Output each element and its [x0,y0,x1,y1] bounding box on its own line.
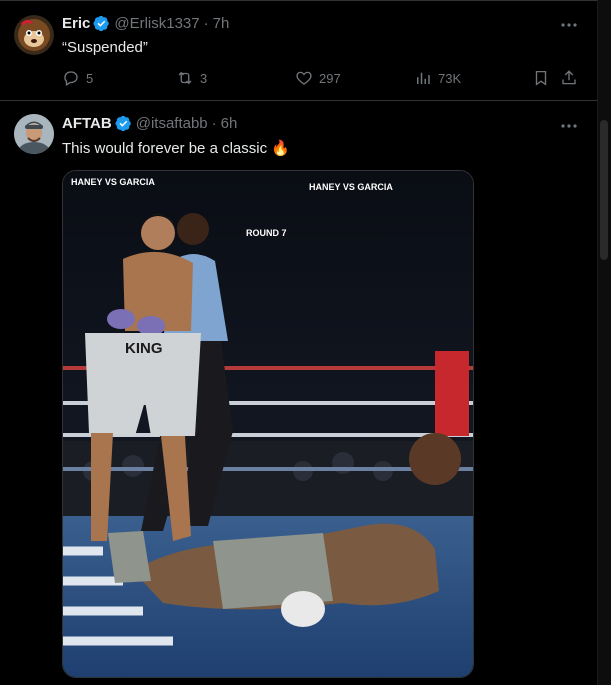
more-options-icon[interactable] [559,116,579,136]
avatar-image [14,15,54,55]
bookmark-icon [535,70,547,86]
user-handle[interactable]: @itsaftabb [136,115,208,132]
tweet-photo[interactable]: KING HANEY VS GARCIA HANEY VS GARCIA ROU… [62,170,474,678]
separator-dot: · [203,15,209,32]
like-count: 297 [319,70,341,86]
tweet-text: “Suspended” [62,39,148,56]
separator-dot: · [211,115,217,132]
timestamp[interactable]: 7h [213,15,230,32]
scrollbar-thumb[interactable] [600,120,608,260]
more-options-icon[interactable] [559,15,579,35]
views-button[interactable]: 73K [414,69,461,87]
avatar-image [14,114,54,154]
display-name[interactable]: AFTAB [62,115,112,132]
reply-icon [64,71,78,86]
like-button[interactable]: 297 [295,69,341,87]
verified-badge-icon [115,115,132,132]
repost-button[interactable]: 3 [176,69,207,87]
scrollbar[interactable] [597,0,611,685]
user-handle[interactable]: @Erlisk1337 [114,15,199,32]
tweet-actions: 5 3 297 73K [62,69,582,91]
tweet-text: This would forever be a classic 🔥 [62,140,290,157]
trunks-text: KING [125,340,163,357]
display-name[interactable]: Eric [62,15,90,32]
reply-count: 5 [86,70,94,86]
repost-count: 3 [200,70,208,86]
tweet-aftab[interactable]: AFTAB @itsaftabb · 6h This would forever… [0,102,597,685]
timestamp[interactable]: 6h [221,115,238,132]
overlay-left-text: HANEY VS GARCIA [71,177,155,187]
tweet-header: AFTAB @itsaftabb · 6h [62,115,237,132]
heart-icon [296,71,312,85]
round-text: ROUND 7 [246,228,287,238]
tweet-header: Eric @Erlisk1337 · 7h [62,15,229,32]
verified-badge-icon [93,15,110,32]
tweet-eric[interactable]: Eric @Erlisk1337 · 7h “Suspended” 5 3 29… [0,0,597,101]
boxing-photo: KING HANEY VS GARCIA HANEY VS GARCIA ROU… [63,171,473,677]
overlay-right-text: HANEY VS GARCIA [309,182,393,192]
analytics-icon [417,72,430,84]
share-button[interactable] [560,69,584,87]
reply-button[interactable]: 5 [62,69,93,87]
share-icon [562,70,576,85]
avatar[interactable] [14,114,54,154]
avatar[interactable] [14,15,54,55]
repost-icon [178,71,192,85]
bookmark-button[interactable] [532,69,556,87]
view-count: 73K [438,70,462,86]
